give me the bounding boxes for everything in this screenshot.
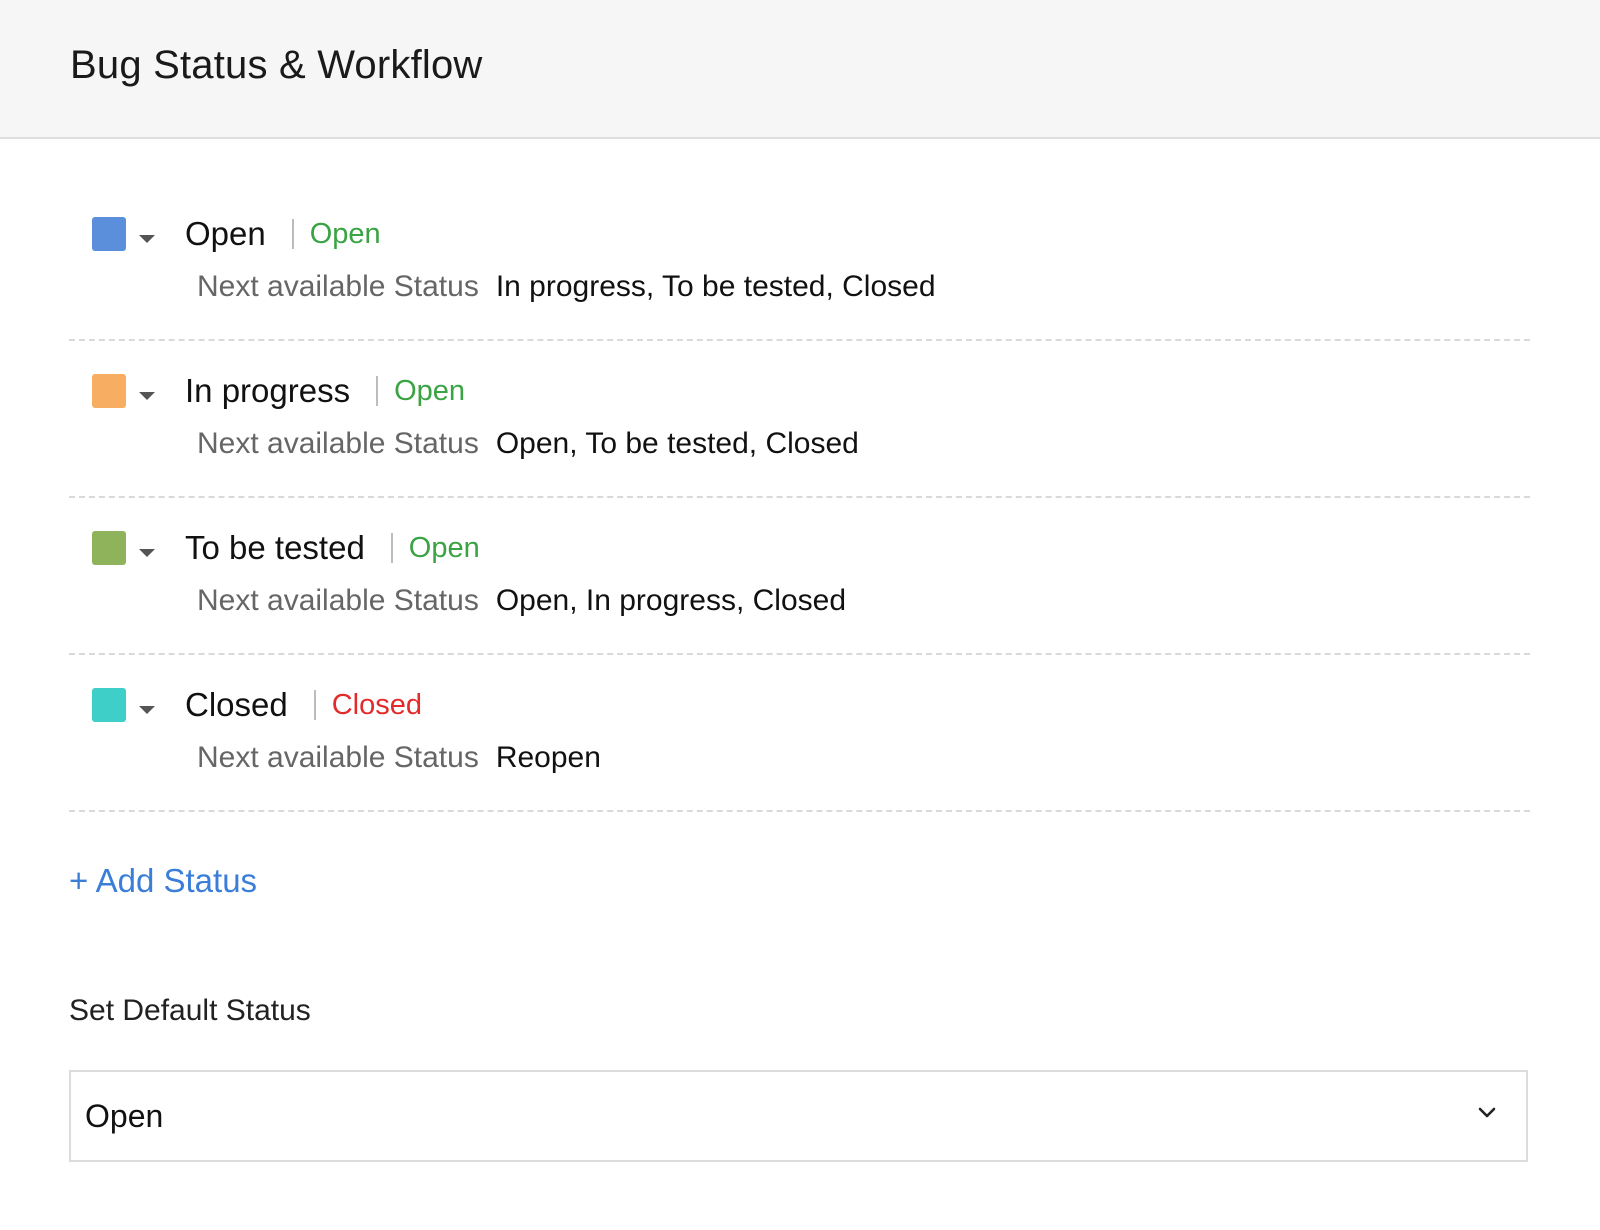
status-color-swatch[interactable] [92, 217, 126, 251]
status-color-swatch[interactable] [92, 688, 126, 722]
chevron-down-icon [1478, 1107, 1496, 1118]
next-status-label: Next available Status [197, 584, 479, 617]
caret-down-icon[interactable] [139, 235, 155, 243]
divider [390, 533, 393, 563]
page-title: Bug Status & Workflow [70, 43, 483, 87]
status-type: Open [394, 374, 466, 407]
status-name: Open [185, 215, 266, 252]
next-status-label: Next available Status [197, 427, 479, 460]
add-status-link[interactable]: + Add Status [69, 862, 257, 900]
status-row-to-be-tested: To be tested Open Next available Status … [69, 498, 1530, 655]
next-status-label: Next available Status [197, 741, 479, 774]
status-row-in-progress: In progress Open Next available Status O… [69, 341, 1530, 498]
default-status-value: Open [85, 1097, 164, 1134]
divider [376, 376, 379, 406]
status-type: Open [309, 217, 381, 250]
caret-down-icon[interactable] [139, 392, 155, 400]
page-header: Bug Status & Workflow [0, 0, 1600, 139]
default-status-select[interactable]: Open [69, 1070, 1528, 1162]
caret-down-icon[interactable] [139, 549, 155, 557]
default-status-label: Set Default Status [69, 994, 311, 1027]
next-status-values: Open, In progress, Closed [495, 584, 847, 617]
status-row-closed: Closed Closed Next available Status Reop… [69, 655, 1530, 812]
status-name: Closed [185, 686, 288, 723]
next-status-values: Open, To be tested, Closed [495, 427, 859, 460]
divider [313, 690, 316, 720]
status-type: Closed [331, 688, 423, 721]
status-color-swatch[interactable] [92, 531, 126, 565]
status-row-open: Open Open Next available Status In progr… [69, 184, 1530, 341]
status-name: To be tested [185, 529, 365, 566]
divider [291, 219, 294, 249]
next-status-values: Reopen [495, 741, 601, 774]
status-type: Open [408, 531, 480, 564]
next-status-values: In progress, To be tested, Closed [495, 270, 936, 303]
status-name: In progress [185, 372, 351, 409]
caret-down-icon[interactable] [139, 706, 155, 714]
status-color-swatch[interactable] [92, 374, 126, 408]
status-list: Open Open Next available Status In progr… [69, 184, 1530, 812]
next-status-label: Next available Status [197, 270, 479, 303]
